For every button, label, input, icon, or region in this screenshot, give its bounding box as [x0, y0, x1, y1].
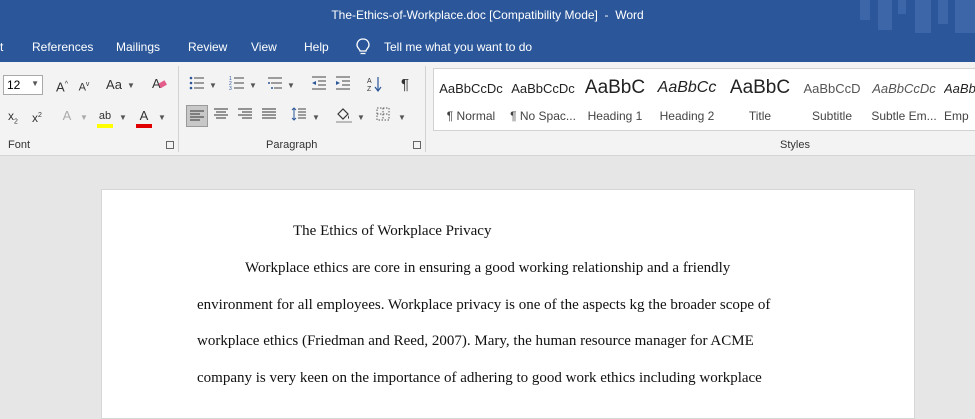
- style-preview: AaBb: [944, 81, 975, 96]
- group-divider: [425, 66, 426, 152]
- chevron-down-icon[interactable]: ▼: [127, 81, 135, 90]
- align-center-icon[interactable]: [212, 106, 230, 126]
- font-dialog-launcher-icon[interactable]: [166, 141, 174, 149]
- font-group-label: Font: [8, 139, 31, 151]
- style-emphasis[interactable]: AaBb Emp: [940, 69, 975, 129]
- style-heading-2[interactable]: AaBbCc Heading 2: [651, 69, 723, 129]
- svg-text:3: 3: [229, 86, 232, 91]
- font-size-select[interactable]: 12 ▼: [3, 75, 43, 95]
- text-effects-icon[interactable]: A: [58, 106, 76, 126]
- line-spacing-icon[interactable]: [290, 106, 308, 126]
- style-preview: AaBbCcDc: [511, 81, 575, 96]
- style-subtitle[interactable]: AaBbCcD Subtitle: [796, 69, 868, 129]
- shading-icon[interactable]: [335, 106, 353, 126]
- style-preview: AaBbC: [729, 77, 791, 98]
- style-name: Heading 2: [659, 109, 715, 123]
- style-preview: AaBbCcDc: [439, 81, 503, 96]
- paragraph-line: company is very keen on the importance o…: [197, 370, 762, 386]
- tell-me-search[interactable]: Tell me what you want to do: [384, 40, 532, 54]
- change-case-icon[interactable]: Aa: [104, 75, 124, 95]
- document-page[interactable]: The Ethics of Workplace Privacy Workplac…: [101, 189, 915, 419]
- style-name: Heading 1: [587, 109, 643, 123]
- font-size-value: 12: [7, 78, 21, 92]
- justify-icon[interactable]: [260, 106, 278, 126]
- style-name: Title: [748, 109, 772, 123]
- paragraph-line: environment for all employees. Workplace…: [197, 297, 771, 313]
- numbering-icon[interactable]: 123: [228, 75, 246, 95]
- multilevel-list-icon[interactable]: [266, 75, 284, 95]
- highlight-icon[interactable]: ab: [95, 106, 115, 128]
- chevron-down-icon[interactable]: ▼: [249, 81, 257, 90]
- sort-icon[interactable]: AZ: [366, 75, 384, 95]
- chevron-down-icon[interactable]: ▼: [209, 81, 217, 90]
- chevron-down-icon[interactable]: ▼: [287, 81, 295, 90]
- tab-mailings[interactable]: Mailings: [116, 40, 160, 54]
- style-title[interactable]: AaBbC Title: [724, 69, 796, 129]
- chevron-down-icon[interactable]: ▼: [357, 113, 365, 122]
- tab-layout-partial[interactable]: t: [0, 40, 3, 54]
- chevron-down-icon[interactable]: ▼: [119, 113, 127, 122]
- ribbon: 12 ▼ A^ Av Aa ▼ A x2 x2 A ▼ ab ▼ A ▼ ▼ 1…: [0, 62, 975, 156]
- styles-gallery: AaBbCcDc ¶ Normal AaBbCcDc ¶ No Spac... …: [433, 68, 975, 131]
- style-heading-1[interactable]: AaBbC Heading 1: [579, 69, 651, 129]
- paragraph-line: Workplace ethics are core in ensuring a …: [245, 260, 731, 276]
- font-color-icon[interactable]: A: [135, 106, 153, 128]
- title-bar: The-Ethics-of-Workplace.doc [Compatibili…: [0, 0, 975, 33]
- style-preview: AaBbCcDc: [872, 81, 936, 96]
- style-preview: AaBbC: [584, 77, 646, 98]
- align-left-icon[interactable]: [186, 105, 208, 127]
- lightbulb-icon[interactable]: [356, 38, 370, 59]
- tab-view[interactable]: View: [251, 40, 277, 54]
- chevron-down-icon[interactable]: ▼: [398, 113, 406, 122]
- style-name: ¶ Normal: [446, 109, 496, 123]
- tab-help[interactable]: Help: [304, 40, 329, 54]
- align-right-icon[interactable]: [236, 106, 254, 126]
- styles-group-label: Styles: [780, 139, 810, 151]
- show-formatting-marks-icon[interactable]: ¶: [397, 75, 413, 95]
- grow-font-icon[interactable]: A^: [53, 75, 71, 95]
- document-title: The Ethics of Workplace Privacy: [293, 223, 492, 239]
- style-name: Subtle Em...: [871, 109, 937, 123]
- chevron-down-icon[interactable]: ▼: [312, 113, 320, 122]
- paragraph-dialog-launcher-icon[interactable]: [413, 141, 421, 149]
- shrink-font-icon[interactable]: Av: [76, 75, 92, 95]
- window-title: The-Ethics-of-Workplace.doc [Compatibili…: [331, 8, 644, 22]
- chevron-down-icon: ▼: [31, 79, 39, 88]
- paragraph-line: workplace ethics (Friedman and Reed, 200…: [197, 333, 754, 349]
- increase-indent-icon[interactable]: [334, 75, 352, 95]
- style-name: Emp: [944, 109, 969, 123]
- chevron-down-icon[interactable]: ▼: [80, 113, 88, 122]
- style-preview: AaBbCcD: [803, 81, 861, 96]
- svg-text:Z: Z: [367, 86, 372, 93]
- group-divider: [178, 66, 179, 152]
- style-normal[interactable]: AaBbCcDc ¶ Normal: [435, 69, 507, 129]
- paragraph-group-label: Paragraph: [266, 139, 318, 151]
- tab-review[interactable]: Review: [188, 40, 227, 54]
- superscript-icon[interactable]: x2: [29, 106, 45, 126]
- svg-text:A: A: [367, 78, 372, 85]
- tab-references[interactable]: References: [32, 40, 93, 54]
- bullets-icon[interactable]: [188, 75, 206, 95]
- style-name: Subtitle: [811, 109, 853, 123]
- document-canvas: The Ethics of Workplace Privacy Workplac…: [0, 156, 975, 419]
- clear-formatting-icon[interactable]: A: [150, 75, 168, 95]
- decrease-indent-icon[interactable]: [310, 75, 328, 95]
- borders-icon[interactable]: [374, 106, 392, 126]
- menu-bar: t References Mailings Review View Help T…: [0, 33, 975, 62]
- subscript-icon[interactable]: x2: [5, 106, 21, 126]
- chevron-down-icon[interactable]: ▼: [158, 113, 166, 122]
- style-subtle-emphasis[interactable]: AaBbCcDc Subtle Em...: [868, 69, 940, 129]
- style-name: ¶ No Spac...: [510, 109, 576, 123]
- style-no-spacing[interactable]: AaBbCcDc ¶ No Spac...: [507, 69, 579, 129]
- style-preview: AaBbCc: [657, 79, 717, 96]
